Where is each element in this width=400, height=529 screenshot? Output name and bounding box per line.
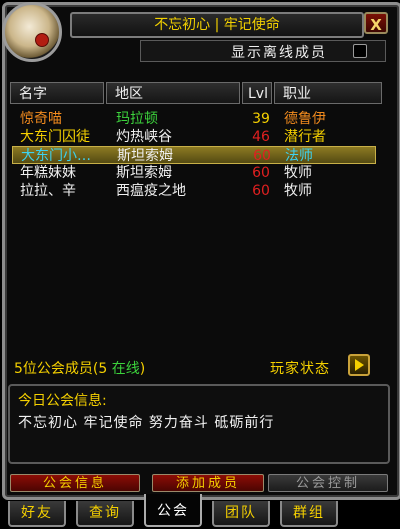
member-name: 拉拉、辛 [20,183,76,199]
member-name: 惊奇喵 [20,111,62,127]
tab-group[interactable]: 群组 [280,501,338,527]
tab-who[interactable]: 查询 [76,501,134,527]
guild-motd-box[interactable]: 今日公会信息: 不忘初心 牢记使命 努力奋斗 砥砺前行 [8,384,390,464]
guild-info-button[interactable]: 公会信息 [10,474,140,492]
member-row[interactable]: 大东门小… 斯坦索姆 60 法师 [12,146,376,164]
column-header-name[interactable]: 名字 [10,82,104,104]
arrow-right-icon [355,359,364,371]
member-name: 大东门囚徒 [20,129,90,145]
column-header-class[interactable]: 职业 [274,82,382,104]
member-class: 牧师 [284,165,312,181]
member-class: 法师 [285,148,313,164]
member-level: 46 [252,129,270,145]
member-row[interactable]: 大东门囚徒 灼热峡谷 46 潜行者 [12,128,376,146]
member-zone: 玛拉顿 [116,111,158,127]
member-row[interactable]: 惊奇喵 玛拉顿 39 德鲁伊 [12,110,376,128]
member-count-close: ) [139,361,146,377]
add-member-button[interactable]: 添加成员 [152,474,264,492]
column-header-zone[interactable]: 地区 [106,82,240,104]
member-name: 年糕妹妹 [20,165,76,181]
show-offline-toggle[interactable]: 显示离线成员 [140,40,386,62]
player-status-label: 玩家状态 [270,361,330,377]
window-title: 不忘初心 | 牢记使命 [70,12,364,38]
player-status-button[interactable] [348,354,370,376]
member-row[interactable]: 拉拉、辛 西瘟疫之地 60 牧师 [12,182,376,200]
member-class: 潜行者 [284,129,326,145]
member-zone: 斯坦索姆 [117,148,173,164]
close-button[interactable]: X [364,12,388,34]
member-level: 39 [252,111,270,127]
seal-icon [35,33,49,47]
member-count-text: 5位公会成员(5 [14,361,112,377]
motd-title: 今日公会信息: [18,393,107,409]
member-row[interactable]: 年糕妹妹 斯坦索姆 60 牧师 [12,164,376,182]
member-zone: 灼热峡谷 [116,129,172,145]
tab-friends[interactable]: 好友 [8,501,66,527]
member-zone: 西瘟疫之地 [116,183,186,199]
guild-control-button[interactable]: 公会控制 [268,474,388,492]
guild-scroll-icon [2,2,62,62]
member-name: 大东门小… [21,148,91,164]
member-level: 60 [252,183,270,199]
tab-guild[interactable]: 公会 [144,494,202,527]
member-zone: 斯坦索姆 [116,165,172,181]
tab-raid[interactable]: 团队 [212,501,270,527]
motd-text: 不忘初心 牢记使命 努力奋斗 砥砺前行 [18,415,275,431]
show-offline-label: 显示离线成员 [231,45,327,61]
member-class: 德鲁伊 [284,111,326,127]
member-level: 60 [253,148,271,164]
member-level: 60 [252,165,270,181]
member-class: 牧师 [284,183,312,199]
member-count-summary: 5位公会成员(5 在线) [14,358,145,378]
column-header-level[interactable]: Lvl [242,82,272,104]
show-offline-checkbox[interactable] [353,44,367,58]
online-label: 在线 [111,361,140,377]
